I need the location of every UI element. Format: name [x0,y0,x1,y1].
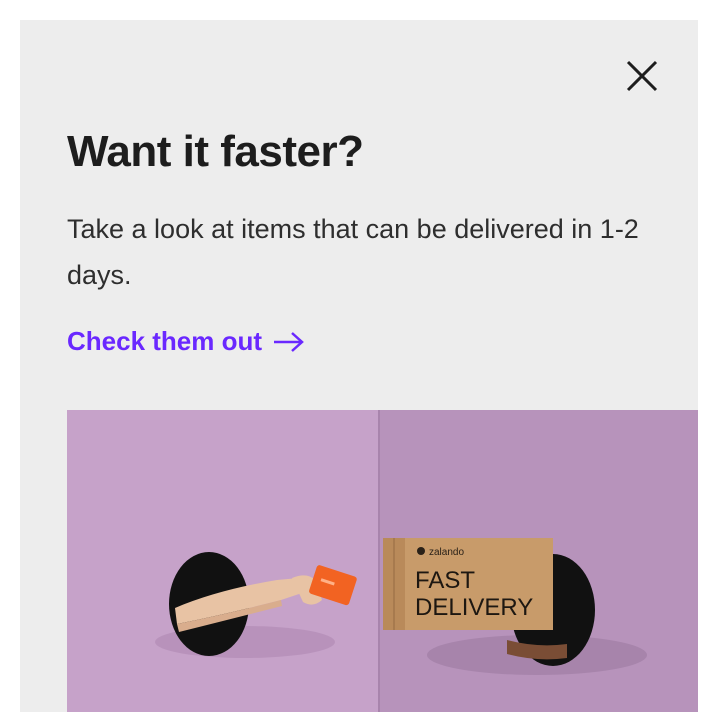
arrow-right-icon [274,331,304,352]
modal-card: Want it faster? Take a look at items tha… [20,20,698,712]
check-them-out-link[interactable]: Check them out [67,326,306,357]
close-icon [626,60,658,92]
box-brand-text: zalando [429,547,464,558]
promo-image: zalando FAST DELIVERY [67,410,698,712]
close-button[interactable] [620,54,664,98]
modal-description: Take a look at items that can be deliver… [67,214,639,290]
box-text-line2: DELIVERY [415,594,533,621]
box-text-line1: FAST [415,567,475,594]
modal-title: Want it faster? [67,127,364,176]
cta-label: Check them out [67,326,263,356]
